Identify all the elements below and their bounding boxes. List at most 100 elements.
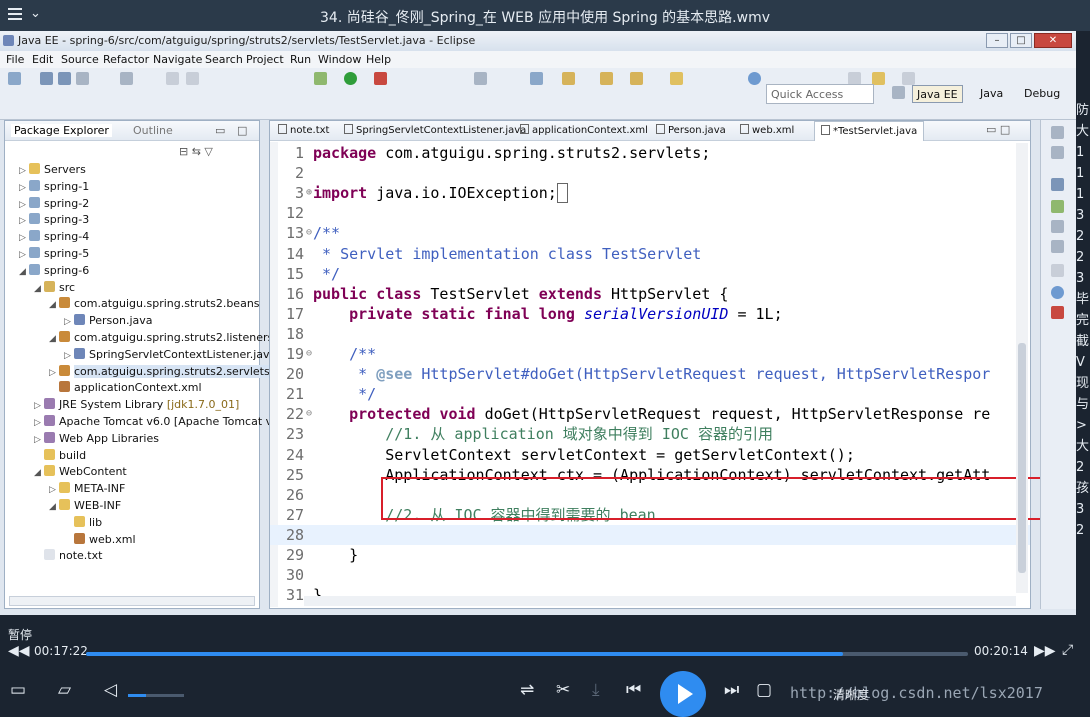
tree-item[interactable]: ◢ WEB-INF <box>49 499 121 516</box>
tree-item[interactable]: applicationContext.xml <box>49 381 202 398</box>
editor-tab[interactable]: Person.java <box>656 124 726 136</box>
tree-item[interactable]: build <box>34 448 86 466</box>
close-button[interactable]: ✕ <box>1034 33 1072 48</box>
code-line[interactable]: 18 <box>270 324 1030 344</box>
tree-item[interactable]: ▷ Person.java <box>64 314 153 331</box>
tree-item[interactable]: note.txt <box>34 549 102 566</box>
expand-toggle-icon[interactable]: ◢ <box>34 468 44 478</box>
volume-slider[interactable] <box>128 694 184 697</box>
mark-occurrences-icon[interactable] <box>670 72 683 85</box>
run-icon[interactable] <box>344 72 357 85</box>
folder-icon[interactable]: ▱ <box>58 680 71 700</box>
tree-item[interactable]: ▷ Apache Tomcat v6.0 [Apache Tomcat v6.0] <box>34 415 294 432</box>
debug-icon[interactable] <box>314 72 327 85</box>
menu-navigate[interactable]: Navigate <box>153 53 202 66</box>
minimize-view-icon[interactable]: ▭ <box>215 124 225 137</box>
menu-edit[interactable]: Edit <box>32 53 53 66</box>
menu-project[interactable]: Project <box>246 53 284 66</box>
save-icon[interactable] <box>40 72 53 85</box>
code-line[interactable]: 15 */ <box>270 264 1030 284</box>
expand-toggle-icon[interactable]: ▷ <box>19 233 29 243</box>
fold-toggle-icon[interactable]: ⊖ <box>306 223 312 243</box>
print-icon[interactable] <box>76 72 89 85</box>
fold-toggle-icon[interactable]: ⊖ <box>306 404 312 424</box>
fold-toggle-icon[interactable]: ⊕ <box>306 183 312 203</box>
toggle-icon[interactable] <box>120 72 133 85</box>
properties-icon[interactable] <box>1051 220 1064 233</box>
menu-run[interactable]: Run <box>290 53 311 66</box>
menu-search[interactable]: Search <box>205 53 243 66</box>
code-line[interactable]: 14 * Servlet implementation class TestSe… <box>270 244 1030 264</box>
code-area[interactable]: 1 package com.atguigu.spring.struts2.serv… <box>270 142 1030 607</box>
search-icon[interactable] <box>600 72 613 85</box>
tree-item[interactable]: ▷ spring-5 <box>19 247 89 264</box>
menu-help[interactable]: Help <box>366 53 391 66</box>
data-source-icon[interactable] <box>1051 240 1064 253</box>
equalizer-icon[interactable]: ⇌ <box>520 680 534 700</box>
speaker-icon[interactable]: ◁ <box>104 680 117 700</box>
rewind-icon[interactable]: ◀◀ <box>8 643 30 659</box>
expand-toggle-icon[interactable]: ▷ <box>34 418 44 428</box>
new-icon[interactable] <box>8 72 21 85</box>
expand-toggle-icon[interactable]: ▷ <box>49 485 59 495</box>
tree-item[interactable]: ▷ Web App Libraries <box>34 431 159 449</box>
menu-source[interactable]: Source <box>61 53 99 66</box>
tree-item[interactable]: ◢ com.atguigu.spring.struts2.listeners <box>49 331 273 348</box>
expand-toggle-icon[interactable]: ▷ <box>19 166 29 176</box>
editor-tab[interactable]: note.txt <box>278 124 329 136</box>
expand-toggle-icon[interactable]: ▷ <box>19 216 29 226</box>
expand-toggle-icon[interactable]: ▷ <box>19 200 29 210</box>
tree-item[interactable]: lib <box>64 515 102 533</box>
code-line[interactable]: 17 private static final long serialVersi… <box>270 304 1030 324</box>
perspective-java[interactable]: Java <box>976 85 1007 103</box>
tree-item[interactable]: ◢ WebContent <box>34 465 127 482</box>
code-line[interactable]: 24 ServletContext servletContext = getSe… <box>270 445 1030 465</box>
undo-icon[interactable] <box>166 72 179 85</box>
code-line[interactable]: 26 <box>270 485 1030 505</box>
task-list-icon[interactable] <box>1051 146 1064 159</box>
code-line[interactable]: 25 ApplicationContext ctx = (Application… <box>270 465 1030 485</box>
code-line[interactable]: 22 ⊖ protected void doGet(HttpServletRequ… <box>270 404 1030 424</box>
tree-item[interactable]: ▷ META-INF <box>49 482 125 499</box>
code-line[interactable]: 30 <box>270 565 1030 585</box>
javadoc-icon[interactable] <box>1051 286 1064 299</box>
code-line[interactable]: 27 //2. 从 IOC 容器中得到需要的 bean <box>270 505 1030 525</box>
servers-icon[interactable] <box>1051 178 1064 191</box>
tree-item[interactable]: ▷ SpringServletContextListener.java <box>64 347 276 365</box>
expand-toggle-icon[interactable]: ▷ <box>49 368 59 378</box>
perspective-java-ee[interactable]: Java EE <box>912 85 963 103</box>
console-icon[interactable] <box>1051 306 1064 319</box>
tree-item[interactable]: ▷ Servers <box>19 163 86 180</box>
editor-tab[interactable]: *TestServlet.java <box>814 121 925 141</box>
menu-file[interactable]: File <box>6 53 24 66</box>
screen-icon[interactable]: ▢ <box>756 680 772 700</box>
clarity-button[interactable]: 清晰度 <box>833 686 869 703</box>
forward-icon[interactable] <box>902 72 915 85</box>
open-type-icon[interactable] <box>562 72 575 85</box>
new-class-icon[interactable] <box>530 72 543 85</box>
editor-tab[interactable]: SpringServletContextListener.java <box>344 124 526 136</box>
expand-toggle-icon[interactable]: ◢ <box>49 300 59 310</box>
expand-toggle-icon[interactable]: ▷ <box>19 183 29 193</box>
markers-icon[interactable] <box>1051 200 1064 213</box>
editor-tab[interactable]: web.xml <box>740 124 794 136</box>
tree-item[interactable]: ▷ com.atguigu.spring.struts2.servlets <box>49 364 270 382</box>
editor-view-controls[interactable]: ▭ □ <box>986 123 1010 136</box>
code-line[interactable]: 28 <box>270 524 1030 545</box>
code-line[interactable]: 20 * @see HttpServlet#doGet(HttpServletR… <box>270 364 1030 384</box>
outline-icon[interactable] <box>1051 126 1064 139</box>
tab-outline[interactable]: Outline <box>133 124 173 137</box>
tree-item[interactable]: ▷ spring-3 <box>19 213 89 230</box>
tree-item[interactable]: ▷ spring-1 <box>19 179 89 197</box>
tree-item[interactable]: ◢ com.atguigu.spring.struts2.beans <box>49 297 260 314</box>
editor-tab[interactable]: applicationContext.xml <box>520 124 648 136</box>
editor-vertical-scrollbar[interactable] <box>1016 143 1028 593</box>
tree-item[interactable]: ▷ spring-4 <box>19 230 89 247</box>
play-button[interactable] <box>660 671 706 717</box>
maximize-button[interactable]: □ <box>1010 33 1032 48</box>
expand-toggle-icon[interactable]: ◢ <box>34 284 44 294</box>
expand-toggle-icon[interactable]: ▷ <box>34 401 44 411</box>
code-line[interactable]: 2 <box>270 163 1030 183</box>
tree-item[interactable]: ◢ src <box>34 280 75 298</box>
external-tools-icon[interactable] <box>374 72 387 85</box>
